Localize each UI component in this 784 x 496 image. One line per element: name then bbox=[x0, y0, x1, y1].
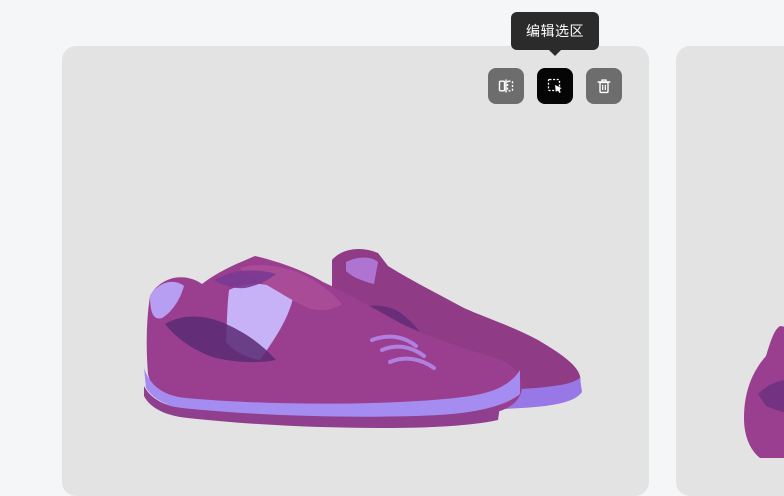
edit-selection-button[interactable] bbox=[537, 68, 573, 104]
next-product-shoe-image bbox=[744, 326, 784, 458]
tooltip-arrow bbox=[548, 49, 562, 56]
delete-button[interactable] bbox=[586, 68, 622, 104]
compare-button[interactable] bbox=[488, 68, 524, 104]
product-shoe-image bbox=[144, 248, 582, 428]
edit-selection-icon bbox=[547, 78, 562, 93]
split-compare-icon bbox=[498, 79, 514, 93]
trash-icon bbox=[597, 79, 611, 94]
tooltip: 编辑选区 bbox=[511, 12, 599, 50]
